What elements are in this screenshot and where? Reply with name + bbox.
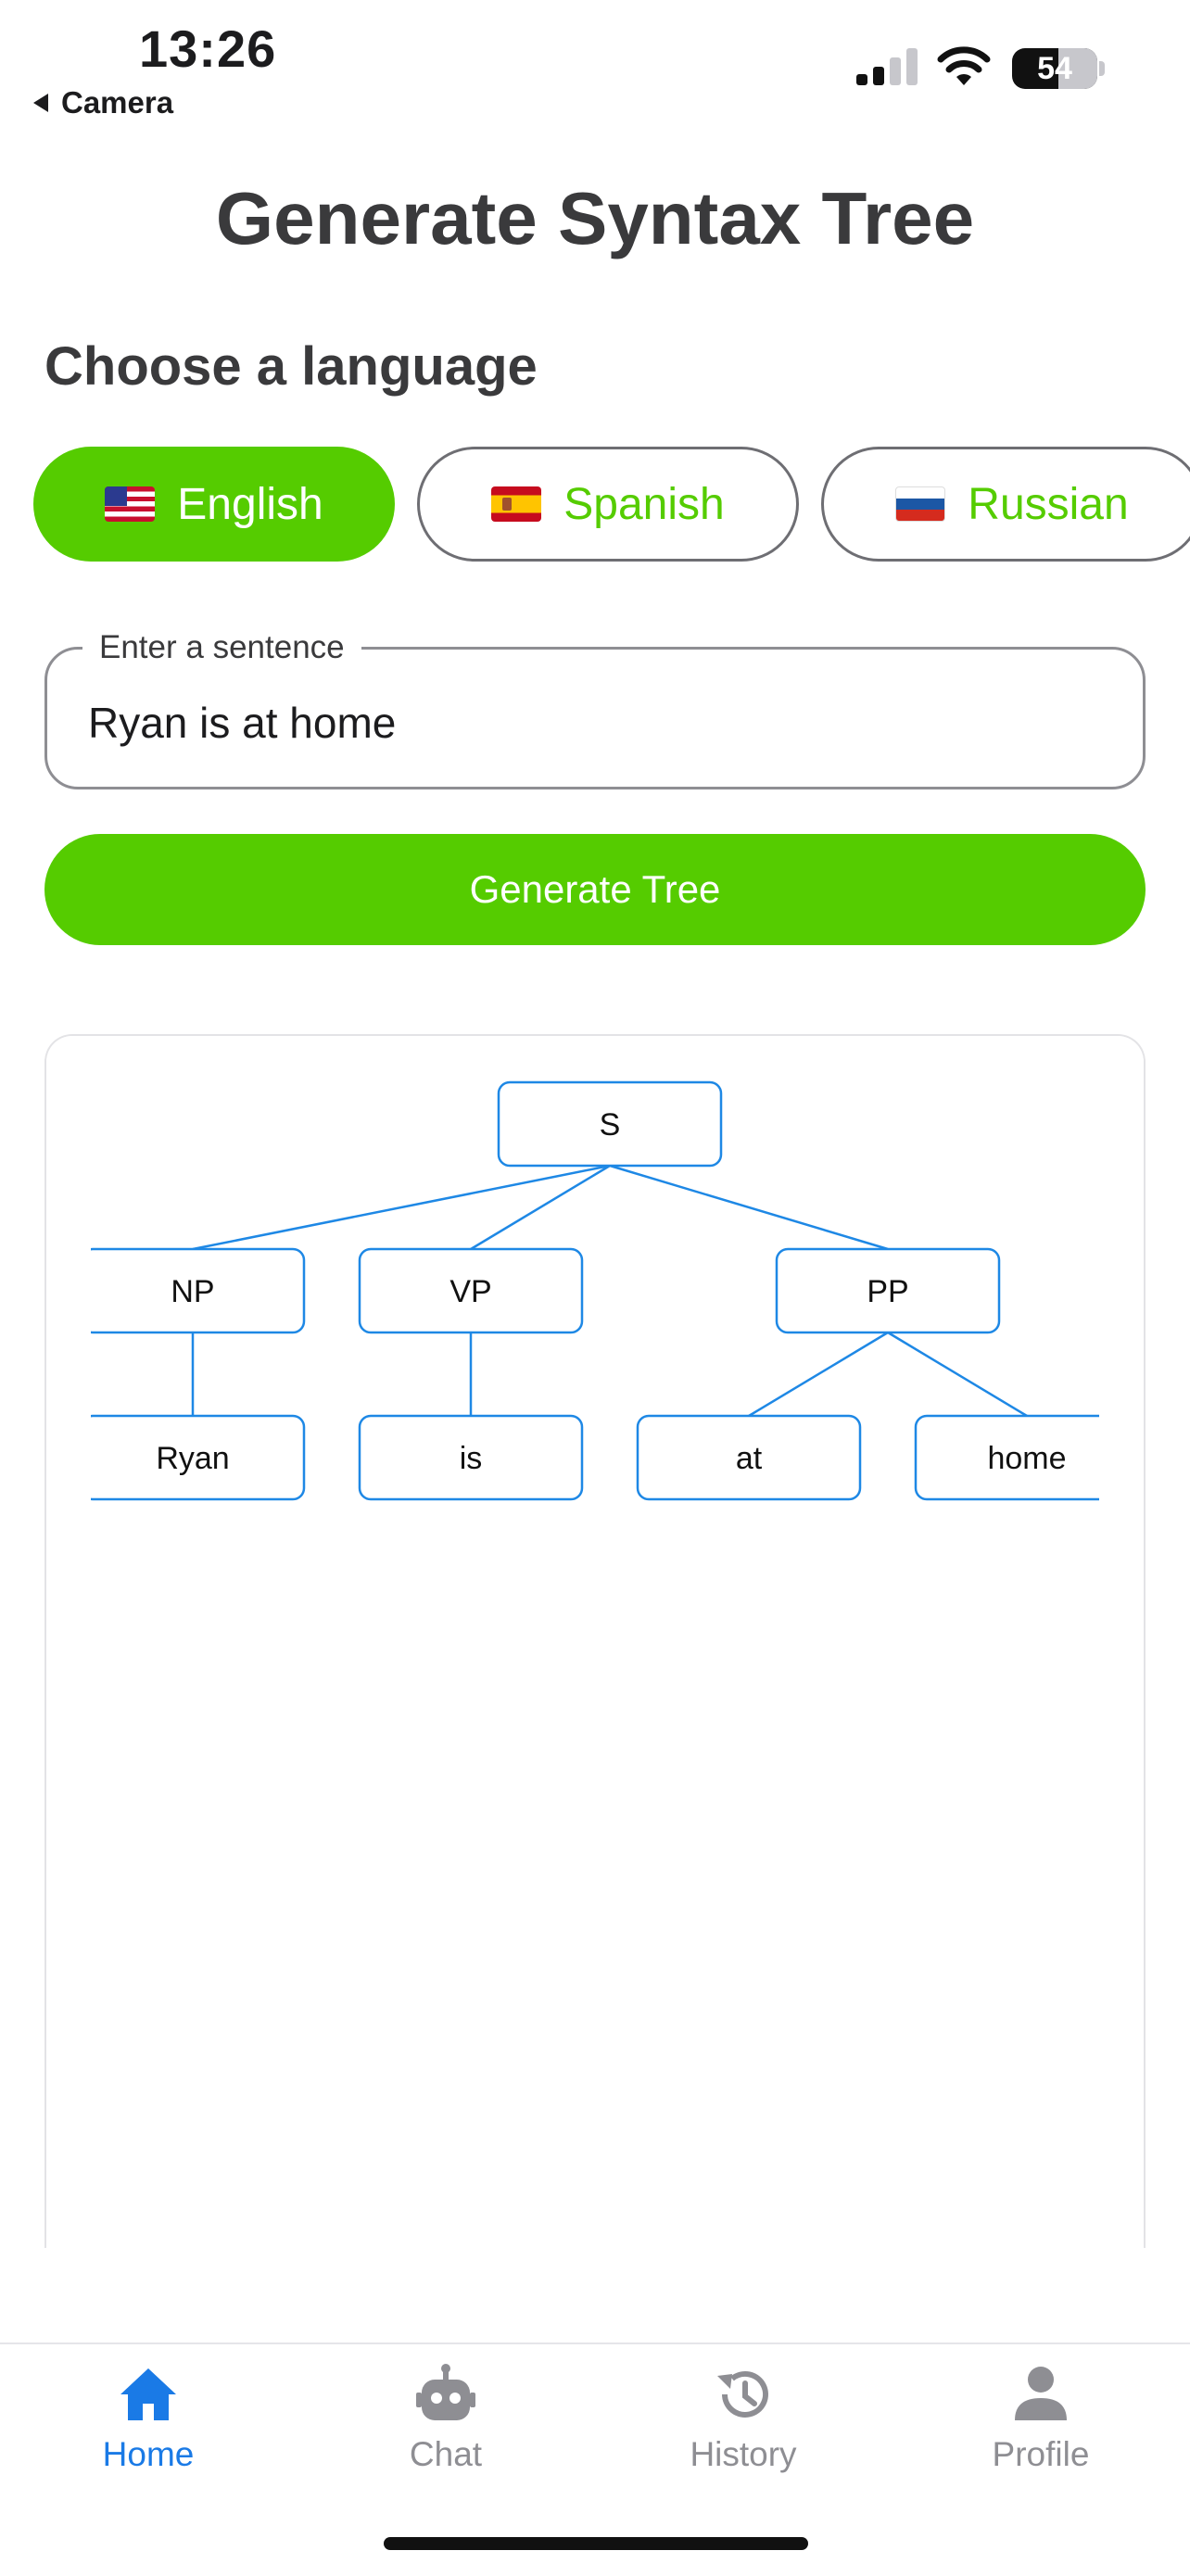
- battery-indicator: 54: [1012, 48, 1097, 89]
- battery-tip: [1099, 61, 1105, 76]
- history-icon: [717, 2370, 768, 2418]
- tree-node-vp: VP: [449, 1274, 491, 1309]
- robot-icon: [416, 2364, 475, 2420]
- tab-label: Profile: [992, 2435, 1090, 2473]
- back-arrow-icon: [33, 94, 48, 112]
- tree-node-ryan: Ryan: [156, 1441, 229, 1476]
- us-flag-icon: [105, 486, 156, 522]
- battery-level: 54: [1037, 50, 1072, 86]
- language-option-russian[interactable]: Russian: [821, 447, 1190, 562]
- status-time: 13:26: [139, 19, 277, 78]
- tree-edge: [192, 1164, 611, 1251]
- tab-profile[interactable]: Profile: [939, 2363, 1143, 2474]
- spain-flag-icon: [491, 486, 542, 522]
- language-option-spanish[interactable]: Spanish: [417, 447, 799, 562]
- language-section-label: Choose a language: [44, 336, 538, 397]
- tab-label: Chat: [409, 2435, 483, 2473]
- tab-history[interactable]: History: [641, 2363, 845, 2474]
- tab-label: Home: [102, 2435, 195, 2473]
- tab-chat[interactable]: Chat: [344, 2363, 548, 2474]
- sentence-input[interactable]: [88, 698, 1089, 748]
- generate-tree-button[interactable]: Generate Tree: [44, 834, 1146, 945]
- tree-node-is: is: [460, 1441, 483, 1476]
- wifi-icon: [937, 46, 991, 85]
- russia-flag-icon: [895, 486, 946, 522]
- language-option-label: Russian: [968, 479, 1129, 529]
- person-icon: [1015, 2367, 1067, 2420]
- tree-edge: [609, 1164, 889, 1251]
- language-option-label: Spanish: [563, 479, 725, 529]
- sentence-field-legend: Enter a sentence: [82, 629, 361, 666]
- language-option-english[interactable]: English: [33, 447, 395, 562]
- tree-edge: [748, 1331, 889, 1418]
- tab-label: History: [690, 2435, 797, 2473]
- tab-home[interactable]: Home: [46, 2363, 250, 2474]
- cellular-signal-icon: [856, 48, 918, 85]
- home-indicator: [384, 2537, 808, 2550]
- sentence-field: Enter a sentence: [44, 629, 1146, 789]
- tree-edge: [887, 1331, 1028, 1418]
- tree-node-home: home: [987, 1441, 1066, 1476]
- language-option-label: English: [177, 479, 323, 529]
- back-to-camera-link[interactable]: Camera: [33, 85, 173, 120]
- syntax-tree-diagram: S NP VP PP Ryan is at home: [46, 1036, 1144, 2248]
- back-label: Camera: [61, 85, 174, 120]
- tree-node-at: at: [736, 1441, 763, 1476]
- tree-node-np: NP: [171, 1274, 214, 1309]
- house-icon: [120, 2368, 176, 2420]
- page-title: Generate Syntax Tree: [215, 177, 975, 259]
- tree-node-pp: PP: [867, 1274, 908, 1309]
- tree-node-s: S: [600, 1107, 621, 1143]
- syntax-tree-panel[interactable]: S NP VP PP Ryan is at home: [44, 1034, 1146, 2248]
- tree-edge: [470, 1164, 611, 1251]
